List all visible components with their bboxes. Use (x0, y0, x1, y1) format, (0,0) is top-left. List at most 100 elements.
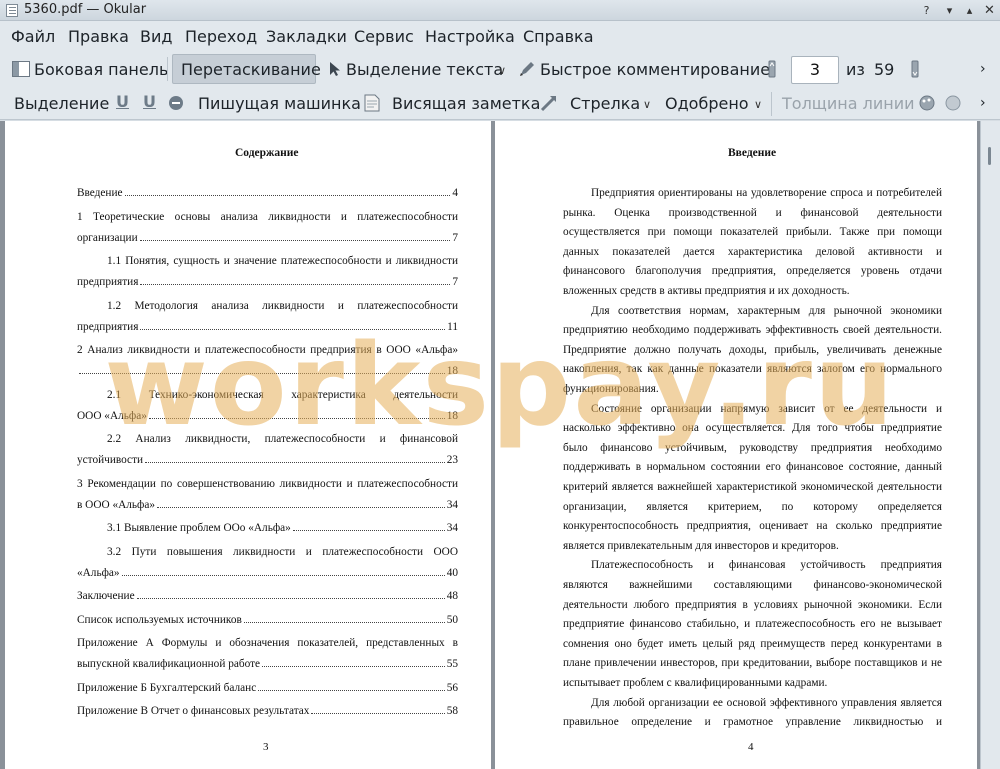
chevron-down-icon[interactable]: ∨ (498, 64, 506, 77)
page-up-icon[interactable] (767, 60, 777, 78)
scrollbar-thumb[interactable] (988, 147, 991, 165)
text-line: вложенных средств в активы предприятия и… (563, 285, 850, 297)
minimize-icon[interactable]: ▾ (943, 4, 956, 17)
maximize-icon[interactable]: ▴ (963, 4, 976, 17)
strikeout-icon[interactable] (168, 95, 184, 111)
toc-leader-dots (258, 689, 445, 691)
toc-entry[interactable]: предприятия 7 (77, 272, 458, 293)
drag-mode-button[interactable]: Перетаскивание (181, 60, 321, 79)
quick-annotation-button[interactable]: Быстрое комментирование (540, 60, 770, 79)
page-number-input[interactable]: 3 (791, 56, 839, 84)
page-down-icon[interactable] (910, 60, 920, 78)
toc-entry-line: 2.1 Технико-экономическая характеристика… (107, 388, 458, 401)
toc-entry[interactable]: в ООО «Альфа» 34 (77, 495, 458, 516)
toc-entry-title: выпускной квалификационной работе (77, 658, 261, 670)
toc-leader-dots (124, 195, 451, 196)
toc-entry[interactable]: Введение 4 (77, 183, 458, 204)
toc-entry[interactable]: предприятия 11 (77, 317, 458, 338)
text-line: данных показателей дается характеристика… (563, 245, 942, 258)
toc-page-number: 18 (446, 409, 458, 422)
toc-entry[interactable]: Приложение Б Бухгалтерский баланс 56 (77, 678, 458, 699)
help-icon[interactable]: ? (920, 4, 933, 17)
text-line: Для соответствия нормам, характерным для… (591, 304, 942, 317)
toc-page-number: 58 (446, 705, 458, 717)
toc-entry[interactable]: Заключение 48 (77, 586, 458, 607)
toc-entry-title: устойчивости (77, 454, 144, 466)
text-line: финансового благополучия предприятия, оп… (563, 265, 942, 278)
chevron-down-icon[interactable]: ∨ (643, 98, 651, 111)
squiggly-icon[interactable]: U (143, 92, 156, 111)
stamp-approved-button[interactable]: Одобрено (665, 94, 749, 113)
pdf-page-4: Введение Предприятия ориентированы на уд… (495, 121, 977, 769)
toc-entry[interactable]: Приложение В Отчет о финансовых результа… (77, 701, 458, 722)
typewriter-button[interactable]: Пишущая машинка (198, 94, 361, 113)
toc-page-number: 18 (446, 365, 458, 377)
toc-entry-title: ООО «Альфа» (77, 409, 147, 422)
line-width-button[interactable]: Толщина линии (782, 94, 915, 113)
toc-entry[interactable]: устойчивости 23 (77, 450, 458, 471)
text-line: предприятию необходимо поддерживать эффе… (563, 324, 942, 337)
toc-leader-dots (243, 621, 445, 623)
toc-leader-dots (292, 530, 445, 531)
toc-entry-line: Приложение А Формулы и обозначения показ… (77, 637, 458, 649)
toc-entry[interactable]: ООО «Альфа» 18 (77, 406, 458, 427)
window-title: 5360.pdf — Okular (24, 2, 147, 17)
text-line: испытывает проблем с квалифицированными … (563, 677, 828, 689)
toc-entry[interactable]: Список используемых источников 50 (77, 610, 458, 631)
sticky-note-button[interactable]: Висящая заметка (392, 94, 540, 113)
toc-entry[interactable]: «Альфа» 40 (77, 563, 458, 584)
color-icon[interactable] (918, 94, 936, 112)
toc-page-number: 7 (452, 276, 458, 288)
document-icon (6, 4, 18, 17)
toc-leader-dots (145, 462, 445, 463)
toc-entry[interactable]: 3.1 Выявление проблем ООо «Альфа» 34 (107, 518, 458, 539)
close-icon[interactable]: ✕ (983, 4, 996, 17)
toc-entry-line: 2.2 Анализ ликвидности, платежеспособнос… (107, 433, 458, 445)
text-line: поддерживать в нормальном состоянии его … (563, 461, 942, 474)
menu-settings[interactable]: Настройка (425, 27, 515, 46)
title-bar: 5360.pdf — Okular ? ▾ ▴ ✕ (0, 0, 1000, 21)
toolbar-overflow-icon[interactable]: › (980, 95, 986, 111)
underline-icon[interactable]: U (116, 92, 129, 111)
toc-entry-line: 1.1 Понятия, сущность и значение платеже… (107, 255, 458, 267)
toc-entry-title: Приложение Б Бухгалтерский баланс (77, 681, 257, 694)
toc-leader-dots (79, 373, 445, 374)
opacity-icon[interactable] (944, 94, 962, 112)
toc-leader-dots (311, 713, 445, 714)
toc-entry-title: «Альфа» (77, 566, 120, 579)
toc-entry-title: Приложение В Отчет о финансовых результа… (77, 705, 310, 717)
menu-help[interactable]: Справка (523, 27, 594, 46)
menu-edit[interactable]: Правка (68, 27, 129, 46)
toc-heading: Содержание (235, 147, 299, 159)
text-line: сомнения оно будет иметь целый ряд преим… (563, 637, 942, 650)
text-line: критерий является важнейшей характеристи… (563, 481, 942, 493)
page-number: 3 (263, 741, 269, 753)
text-line: Платежеспособность и финансовая устойчив… (591, 559, 942, 572)
vertical-scrollbar[interactable] (980, 121, 1000, 769)
pdf-page-3: Содержание Введение 4 1 Теоретические осно… (5, 121, 491, 769)
highlight-tool-button[interactable]: Выделение (14, 94, 109, 113)
toolbar-overflow-icon[interactable]: › (980, 61, 986, 77)
toc-entry[interactable]: выпускной квалификационной работе 55 (77, 654, 458, 675)
toc-leader-dots (136, 598, 445, 599)
okular-window: 5360.pdf — Okular ? ▾ ▴ ✕ Файл Правка Ви… (0, 0, 1000, 769)
arrow-tool-button[interactable]: Стрелка (570, 94, 640, 113)
menu-view[interactable]: Вид (140, 27, 172, 46)
toc-entry-line: 3 Рекомендации по совершенствованию ликв… (77, 477, 458, 490)
menu-go[interactable]: Переход (185, 27, 257, 46)
menu-tools[interactable]: Сервис (354, 27, 414, 46)
sidebar-button[interactable]: Боковая панель (34, 60, 168, 79)
toc-entry[interactable]: 18 (77, 361, 458, 382)
select-text-button[interactable]: Выделение текста (346, 60, 503, 79)
text-line: деятельности любого предприятия в услови… (563, 598, 942, 611)
menu-bookmarks[interactable]: Закладки (266, 27, 347, 46)
text-line: Предприятие должно получать доходы, приб… (563, 343, 942, 356)
toc-entry-title: Список используемых источников (77, 613, 242, 626)
text-line: предприятие финансово стабильно, и плате… (563, 618, 942, 631)
toc-entry-title: Заключение (77, 590, 135, 602)
text-line: являются важнейшими составляющими финанс… (563, 579, 942, 591)
menu-file[interactable]: Файл (11, 27, 55, 46)
toc-entry-line: 1 Теоретические основы анализа ликвиднос… (77, 210, 458, 223)
toc-entry[interactable]: организации 7 (77, 228, 458, 249)
chevron-down-icon[interactable]: ∨ (754, 98, 762, 111)
